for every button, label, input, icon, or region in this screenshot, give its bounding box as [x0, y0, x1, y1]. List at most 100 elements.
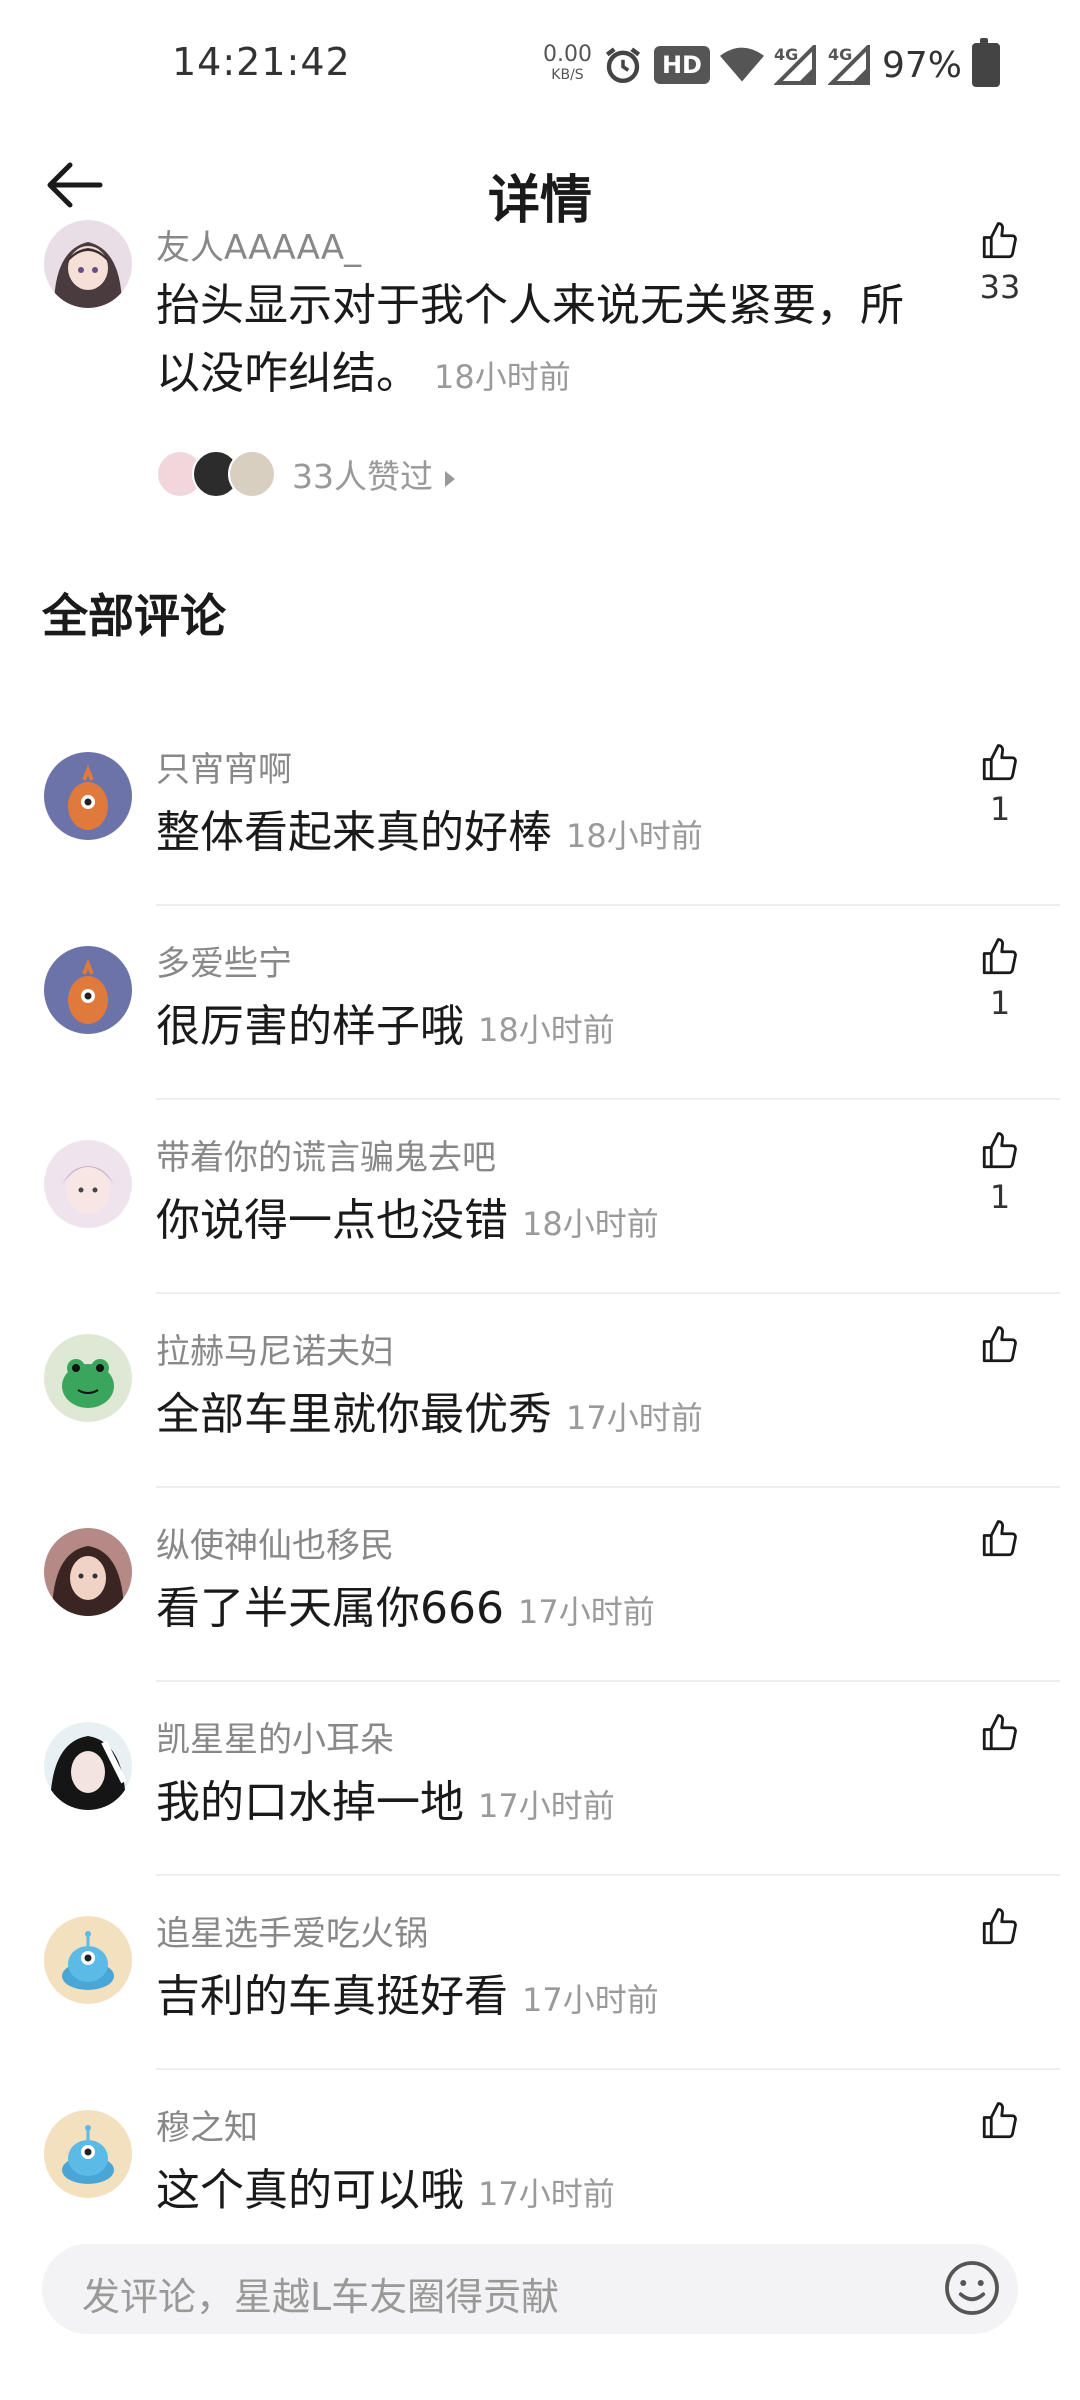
- avatar-image: [44, 2110, 132, 2198]
- comment-body: 很厉害的样子哦: [156, 1001, 464, 1052]
- avatar[interactable]: [44, 1528, 132, 1616]
- comment-body: 吉利的车真挺好看: [156, 1971, 508, 2022]
- comment-time: 17小时前: [517, 1593, 655, 1631]
- comment-input-placeholder: 发评论，星越L车友圈得贡献: [82, 2275, 560, 2319]
- comment-item[interactable]: 穆之知这个真的可以哦 17小时前: [0, 2070, 1080, 2264]
- comment-item[interactable]: 拉赫马尼诺夫妇全部车里就你最优秀 17小时前: [0, 1294, 1080, 1488]
- net-speed-value: 0.00: [542, 42, 592, 67]
- net-speed-unit: KB/S: [551, 67, 584, 83]
- thumbs-up-icon: [982, 222, 1017, 259]
- comment-text: 这个真的可以哦 17小时前: [156, 2154, 615, 2218]
- comment-item[interactable]: 追星选手爱吃火锅吉利的车真挺好看 17小时前: [0, 1876, 1080, 2070]
- comment-input[interactable]: 发评论，星越L车友圈得贡献: [42, 2244, 1018, 2334]
- liker-avatar: [228, 450, 276, 498]
- net-speed: 0.00 KB/S: [542, 42, 592, 85]
- comment-time: 18小时前: [434, 358, 571, 396]
- battery-percent: 97%: [881, 44, 962, 86]
- author-name[interactable]: 友人AAAAA_: [156, 220, 361, 269]
- like-button[interactable]: 1: [970, 936, 1030, 1022]
- like-button[interactable]: [970, 1712, 1030, 1760]
- avatar[interactable]: [44, 2110, 132, 2198]
- comment-item[interactable]: 凯星星的小耳朵我的口水掉一地 17小时前: [0, 1682, 1080, 1876]
- comment-text: 全部车里就你最优秀 17小时前: [156, 1378, 703, 1442]
- status-time: 14:21:42: [172, 40, 351, 84]
- like-button[interactable]: 1: [970, 1130, 1030, 1216]
- author-name[interactable]: 多爱些宁: [156, 936, 292, 985]
- like-count: 33: [979, 268, 1021, 306]
- comment-item[interactable]: 只宵宵啊整体看起来真的好棒 18小时前 1: [0, 712, 1080, 906]
- avatar[interactable]: [44, 1722, 132, 1810]
- avatar[interactable]: [44, 220, 132, 308]
- comment-time: 18小时前: [566, 817, 703, 855]
- avatar-image: [44, 1722, 132, 1810]
- likers-label: 33人赞过: [292, 457, 433, 496]
- comment-item[interactable]: 带着你的谎言骗鬼去吧 你说得一点也没错 18小时前 1: [0, 1100, 1080, 1294]
- likers-row[interactable]: 33人赞过: [156, 450, 455, 498]
- emoji-button[interactable]: [942, 2258, 1002, 2318]
- thumbs-up-icon: [982, 1714, 1017, 1751]
- avatar-image: [44, 220, 132, 308]
- signal-icon: [827, 45, 870, 85]
- comment-text: 你说得一点也没错 18小时前: [156, 1184, 659, 1248]
- caret-right-icon: [445, 470, 455, 487]
- main-comment: 友人AAAAA_ 抬头显示对于我个人来说无关紧要，所以没咋纠结。 18小时前 33…: [0, 220, 1080, 520]
- like-count: 1: [989, 984, 1011, 1022]
- avatar[interactable]: [44, 946, 132, 1034]
- author-name[interactable]: 凯星星的小耳朵: [156, 1712, 394, 1761]
- avatar-image: [44, 752, 132, 840]
- comment-time: 18小时前: [522, 1205, 659, 1243]
- comment-item[interactable]: 多爱些宁很厉害的样子哦 18小时前 1: [0, 906, 1080, 1100]
- thumbs-up-icon: [982, 938, 1017, 975]
- thumbs-up-icon: [982, 2102, 1017, 2139]
- like-button[interactable]: 1: [970, 742, 1030, 828]
- comment-time: 17小时前: [522, 1981, 659, 2019]
- comment-time: 18小时前: [478, 1011, 615, 1049]
- avatar[interactable]: [44, 1334, 132, 1422]
- author-name[interactable]: 带着你的谎言骗鬼去吧: [156, 1130, 496, 1179]
- like-count: 1: [989, 790, 1011, 828]
- like-button[interactable]: [970, 1518, 1030, 1566]
- thumbs-up-icon: [982, 1132, 1017, 1169]
- like-button[interactable]: [970, 2100, 1030, 2148]
- author-name[interactable]: 只宵宵啊: [156, 742, 292, 791]
- thumbs-up-icon: [982, 1520, 1017, 1557]
- comment-text: 很厉害的样子哦 18小时前: [156, 990, 615, 1054]
- like-button[interactable]: [970, 1324, 1030, 1372]
- likers-count-text: 33人赞过: [292, 450, 455, 498]
- comment-body: 这个真的可以哦: [156, 2165, 464, 2216]
- comment-item[interactable]: 纵使神仙也移民看了半天属你666 17小时前: [0, 1488, 1080, 1682]
- comment-body: 我的口水掉一地: [156, 1777, 464, 1828]
- signal-4g-1: 4G: [773, 45, 818, 85]
- avatar[interactable]: [44, 752, 132, 840]
- status-bar: 14:21:42 0.00 KB/S HD 4G 4G 97%: [0, 0, 1080, 130]
- signal-4g-2: 4G: [827, 45, 872, 85]
- comment-text: 吉利的车真挺好看 17小时前: [156, 1960, 659, 2024]
- comment-text: 整体看起来真的好棒 18小时前: [156, 796, 703, 860]
- avatar-image: [44, 1528, 132, 1616]
- author-name[interactable]: 纵使神仙也移民: [156, 1518, 394, 1567]
- author-name[interactable]: 追星选手爱吃火锅: [156, 1906, 428, 1955]
- avatar[interactable]: [44, 1140, 132, 1228]
- alarm-icon: [605, 47, 641, 83]
- comment-text: 抬头显示对于我个人来说无关紧要，所以没咋纠结。 18小时前: [156, 272, 916, 411]
- thumbs-up-icon: [982, 744, 1017, 781]
- avatar-image: [44, 1140, 132, 1228]
- avatar[interactable]: [44, 1916, 132, 2004]
- thumbs-up-icon: [982, 1908, 1017, 1945]
- author-name[interactable]: 拉赫马尼诺夫妇: [156, 1324, 394, 1373]
- comment-body: 整体看起来真的好棒: [156, 807, 552, 858]
- comment-time: 17小时前: [566, 1399, 703, 1437]
- comment-body: 你说得一点也没错: [156, 1195, 508, 1246]
- like-button[interactable]: 33: [970, 220, 1030, 306]
- signal-icon: [773, 45, 816, 85]
- comment-body: 看了半天属你666: [156, 1583, 504, 1634]
- battery-icon: [972, 38, 1000, 87]
- smiley-icon: [945, 2261, 999, 2315]
- comment-body: 全部车里就你最优秀: [156, 1389, 552, 1440]
- like-button[interactable]: [970, 1906, 1030, 1954]
- author-name[interactable]: 穆之知: [156, 2100, 258, 2149]
- section-title: 全部评论: [42, 589, 226, 643]
- avatar-image: [44, 1916, 132, 2004]
- thumbs-up-icon: [982, 1326, 1017, 1363]
- comment-text: 我的口水掉一地 17小时前: [156, 1766, 615, 1830]
